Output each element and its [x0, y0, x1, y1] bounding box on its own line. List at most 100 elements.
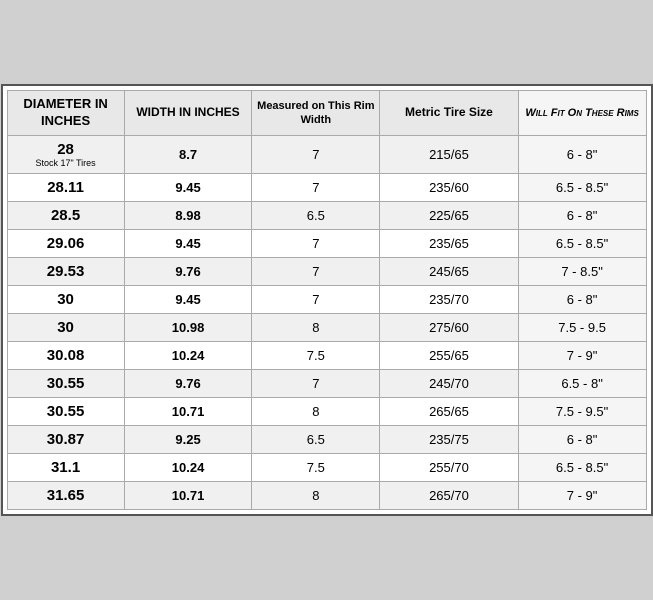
cell-measured: 8 — [252, 313, 380, 341]
cell-diameter: 30.08 — [7, 341, 124, 369]
cell-diameter: 30.55 — [7, 397, 124, 425]
cell-metric: 235/70 — [380, 285, 518, 313]
cell-metric: 265/65 — [380, 397, 518, 425]
cell-fits: 7 - 8.5" — [518, 257, 646, 285]
diameter-value: 28.11 — [47, 179, 84, 196]
cell-metric: 255/65 — [380, 341, 518, 369]
header-measured: Measured on This Rim Width — [252, 91, 380, 136]
cell-width: 9.45 — [124, 229, 252, 257]
cell-width: 10.24 — [124, 453, 252, 481]
cell-width: 8.7 — [124, 135, 252, 173]
cell-fits: 7 - 9" — [518, 481, 646, 509]
cell-metric: 235/60 — [380, 173, 518, 201]
table-row: 29.06 9.457235/656.5 - 8.5" — [7, 229, 646, 257]
cell-metric: 245/65 — [380, 257, 518, 285]
table-row: 30.87 9.256.5235/756 - 8" — [7, 425, 646, 453]
cell-measured: 6.5 — [252, 425, 380, 453]
cell-width: 10.71 — [124, 397, 252, 425]
header-measured-label: Measured on This Rim Width — [257, 100, 374, 126]
diameter-value: 30 — [57, 319, 74, 336]
cell-diameter: 28Stock 17" Tires — [7, 135, 124, 173]
table-row: 31.65 10.718265/707 - 9" — [7, 481, 646, 509]
cell-fits: 6 - 8" — [518, 285, 646, 313]
cell-diameter: 30 — [7, 313, 124, 341]
header-fits: Will Fit On These Rims — [518, 91, 646, 136]
table-row: 30 10.988275/607.5 - 9.5 — [7, 313, 646, 341]
cell-metric: 255/70 — [380, 453, 518, 481]
cell-measured: 6.5 — [252, 201, 380, 229]
cell-width: 10.98 — [124, 313, 252, 341]
table-row: 30.55 9.767245/706.5 - 8" — [7, 369, 646, 397]
header-width: WIDTH IN INCHES — [124, 91, 252, 136]
cell-metric: 215/65 — [380, 135, 518, 173]
cell-measured: 8 — [252, 397, 380, 425]
cell-width: 9.45 — [124, 285, 252, 313]
cell-fits: 7.5 - 9.5 — [518, 313, 646, 341]
cell-fits: 7 - 9" — [518, 341, 646, 369]
table-row: 28Stock 17" Tires8.77215/656 - 8" — [7, 135, 646, 173]
cell-measured: 7 — [252, 229, 380, 257]
diameter-value: 30 — [57, 291, 74, 308]
header-fits-label: Will Fit On These Rims — [525, 107, 638, 119]
cell-metric: 235/75 — [380, 425, 518, 453]
table-row: 28.58.986.5225/656 - 8" — [7, 201, 646, 229]
cell-fits: 6.5 - 8.5" — [518, 453, 646, 481]
cell-measured: 8 — [252, 481, 380, 509]
cell-width: 10.71 — [124, 481, 252, 509]
cell-diameter: 30.55 — [7, 369, 124, 397]
cell-metric: 275/60 — [380, 313, 518, 341]
header-width-label: WIDTH IN INCHES — [136, 105, 239, 119]
tire-size-table: DIAMETER IN INCHES WIDTH IN INCHES Measu… — [7, 90, 647, 510]
cell-width: 9.76 — [124, 257, 252, 285]
cell-fits: 7.5 - 9.5" — [518, 397, 646, 425]
cell-metric: 225/65 — [380, 201, 518, 229]
cell-diameter: 31.65 — [7, 481, 124, 509]
cell-diameter: 31.1 — [7, 453, 124, 481]
cell-width: 10.24 — [124, 341, 252, 369]
diameter-value: 30.55 — [47, 375, 85, 392]
table-row: 30.55 10.718265/657.5 - 9.5" — [7, 397, 646, 425]
cell-diameter: 29.06 — [7, 229, 124, 257]
cell-measured: 7.5 — [252, 453, 380, 481]
table-row: 30 9.457235/706 - 8" — [7, 285, 646, 313]
header-metric: Metric Tire Size — [380, 91, 518, 136]
table-row: 28.11 9.457235/606.5 - 8.5" — [7, 173, 646, 201]
cell-metric: 235/65 — [380, 229, 518, 257]
cell-fits: 6.5 - 8.5" — [518, 173, 646, 201]
diameter-value: 28 — [57, 141, 74, 158]
diameter-value: 30.87 — [47, 431, 85, 448]
table-row: 29.53 9.767245/657 - 8.5" — [7, 257, 646, 285]
cell-metric: 265/70 — [380, 481, 518, 509]
cell-diameter: 28.5 — [7, 201, 124, 229]
cell-diameter: 30 — [7, 285, 124, 313]
cell-measured: 7 — [252, 173, 380, 201]
cell-measured: 7 — [252, 285, 380, 313]
header-diameter: DIAMETER IN INCHES — [7, 91, 124, 136]
table-row: 30.0810.247.5255/657 - 9" — [7, 341, 646, 369]
cell-measured: 7 — [252, 257, 380, 285]
table-row: 31.1 10.247.5255/706.5 - 8.5" — [7, 453, 646, 481]
diameter-value: 31.65 — [47, 487, 85, 504]
diameter-value: 28.5 — [51, 207, 80, 224]
cell-diameter: 29.53 — [7, 257, 124, 285]
cell-measured: 7 — [252, 369, 380, 397]
cell-fits: 6 - 8" — [518, 425, 646, 453]
header-metric-label: Metric Tire Size — [405, 105, 493, 119]
cell-fits: 6.5 - 8.5" — [518, 229, 646, 257]
diameter-value: 30.55 — [47, 403, 85, 420]
diameter-value: 31.1 — [51, 459, 80, 476]
cell-measured: 7 — [252, 135, 380, 173]
diameter-value: 29.53 — [47, 263, 85, 280]
header-diameter-label: DIAMETER IN INCHES — [23, 96, 108, 128]
cell-width: 9.76 — [124, 369, 252, 397]
table-container: DIAMETER IN INCHES WIDTH IN INCHES Measu… — [1, 84, 653, 516]
cell-fits: 6 - 8" — [518, 135, 646, 173]
cell-diameter: 28.11 — [7, 173, 124, 201]
cell-width: 9.25 — [124, 425, 252, 453]
cell-fits: 6.5 - 8" — [518, 369, 646, 397]
cell-metric: 245/70 — [380, 369, 518, 397]
cell-width: 9.45 — [124, 173, 252, 201]
cell-diameter: 30.87 — [7, 425, 124, 453]
cell-measured: 7.5 — [252, 341, 380, 369]
diameter-value: 29.06 — [47, 235, 85, 252]
